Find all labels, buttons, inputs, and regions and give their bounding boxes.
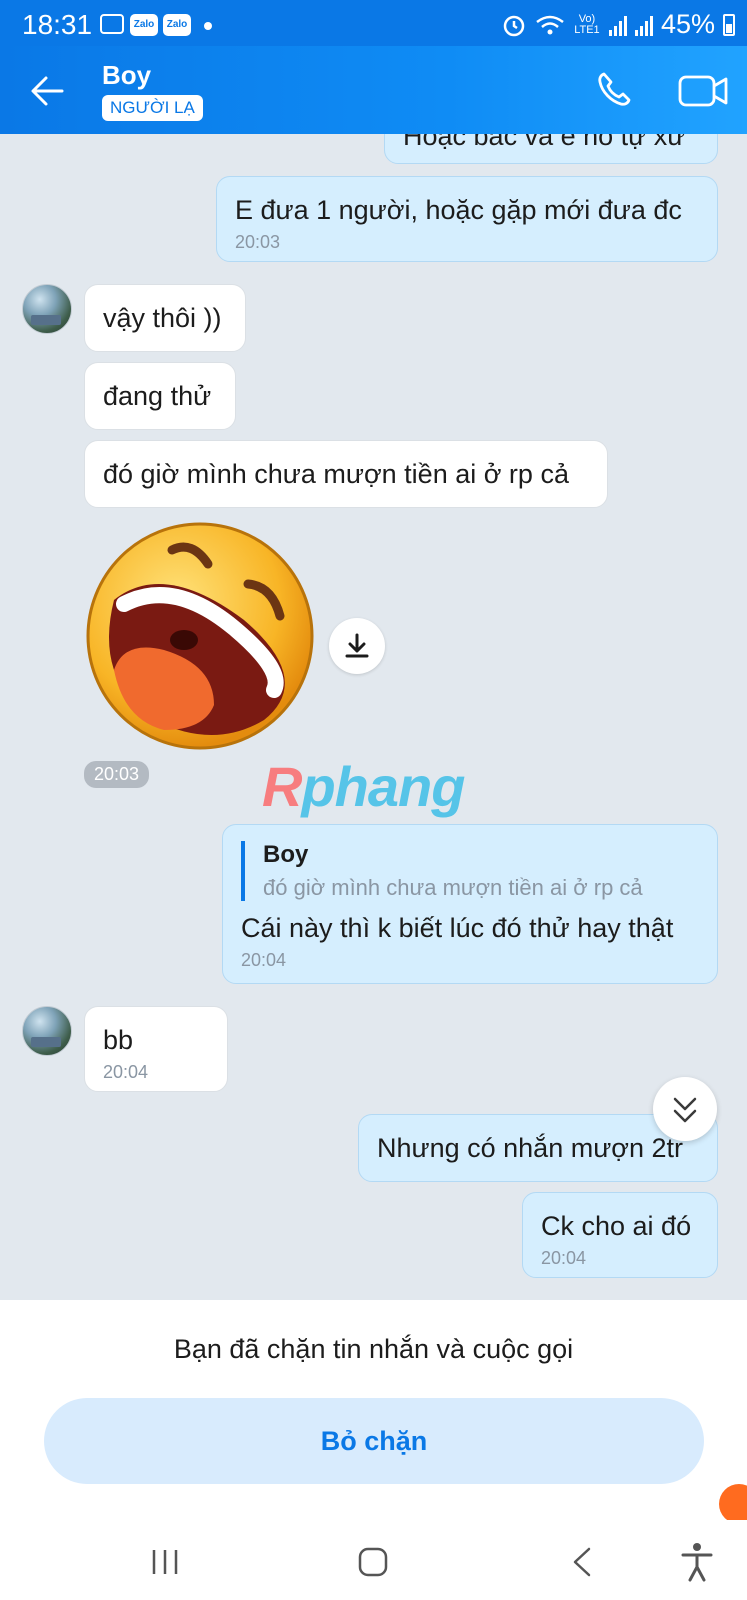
status-bar: 18:31 Zalo Zalo Vo) LTE1 45% [0, 0, 747, 46]
message-text: bb [103, 1025, 134, 1055]
chat-header: Boy NGƯỜI LẠ [0, 46, 747, 134]
back-button[interactable] [24, 68, 70, 114]
watermark-logo: Rphang [262, 755, 465, 818]
back-icon [573, 1547, 591, 1577]
message-time: 20:04 [241, 950, 287, 970]
video-call-button[interactable] [676, 68, 732, 114]
signal-icon [634, 14, 653, 36]
message-text: đang thử [103, 381, 212, 411]
message-incoming[interactable]: đang thử [84, 362, 236, 430]
message-text: E đưa 1 người, hoặc gặp mới đưa đc [235, 195, 682, 225]
message-incoming[interactable]: bb 20:04 [84, 1006, 228, 1092]
message-text: Hoặc bác và e hỏ tự xử [403, 134, 686, 151]
battery-percent: 45% [660, 9, 715, 39]
phone-icon [598, 72, 631, 106]
blocked-notice: Bạn đã chặn tin nhắn và cuộc gọi [173, 1334, 574, 1364]
message-text: vậy thôi )) [103, 303, 222, 333]
accessibility-icon [681, 1543, 713, 1582]
scroll-to-bottom-button[interactable] [653, 1077, 717, 1141]
recents-button[interactable] [141, 1538, 189, 1586]
wifi-icon [536, 15, 564, 34]
reply-quote[interactable]: Boy đó giờ mình chưa mượn tiền ai ở rp c… [241, 841, 699, 901]
reply-quote-name: Boy [263, 841, 309, 868]
system-back-button[interactable] [559, 1538, 607, 1586]
network-type: Vo) LTE1 [574, 12, 600, 36]
sticker-time: 20:03 [84, 761, 150, 788]
more-notifications-dot [204, 22, 212, 30]
unblock-button[interactable]: Bỏ chặn [44, 1398, 704, 1484]
message-text: Cái này thì k biết lúc đó thử hay thật [241, 913, 674, 943]
accessibility-button[interactable] [673, 1538, 721, 1586]
laughing-emoji-sticker[interactable] [84, 520, 316, 752]
message-incoming[interactable]: vậy thôi )) [84, 284, 246, 352]
message-outgoing[interactable]: E đưa 1 người, hoặc gặp mới đưa đc 20:03 [216, 176, 718, 262]
message-text: đó giờ mình chưa mượn tiền ai ở rp cả [103, 459, 569, 489]
status-right: Vo) LTE1 45% [501, 9, 735, 40]
message-text: Ck cho ai đó [541, 1211, 692, 1241]
message-time: 20:04 [541, 1248, 587, 1268]
blocked-panel: Bạn đã chặn tin nhắn và cuộc gọi Bỏ chặn [0, 1300, 747, 1524]
status-time: 18:31 [22, 9, 93, 40]
message-outgoing[interactable]: Ck cho ai đó 20:04 [522, 1192, 718, 1278]
message-time: 20:03 [235, 232, 281, 252]
message-time: 20:04 [103, 1062, 149, 1082]
gallery-icon [100, 14, 124, 34]
battery-icon [723, 13, 735, 36]
message-incoming[interactable]: đó giờ mình chưa mượn tiền ai ở rp cả [84, 440, 608, 508]
message-outgoing[interactable]: Hoặc bác và e hỏ tự xử [384, 134, 718, 164]
message-text: Nhưng có nhắn mượn 2tr [377, 1133, 684, 1163]
voice-call-button[interactable] [592, 68, 638, 114]
system-navigation-bar [0, 1520, 747, 1600]
download-sticker-button[interactable] [329, 618, 385, 674]
home-button[interactable] [349, 1538, 397, 1586]
message-outgoing-reply[interactable]: Boy đó giờ mình chưa mượn tiền ai ở rp c… [222, 824, 718, 984]
zalo-notification-icon: Zalo [163, 14, 191, 36]
floating-shortcut-button[interactable] [719, 1484, 747, 1524]
avatar[interactable] [22, 284, 72, 334]
signal-icon [608, 14, 627, 36]
arrow-left-icon [31, 76, 64, 106]
chat-messages[interactable]: Hoặc bác và e hỏ tự xử E đưa 1 người, ho… [0, 134, 747, 1300]
recents-icon [152, 1550, 178, 1574]
alarm-icon [503, 15, 525, 36]
home-icon [358, 1547, 388, 1577]
contact-name[interactable]: Boy [102, 60, 151, 91]
avatar[interactable] [22, 1006, 72, 1056]
double-chevron-down-icon [673, 1097, 697, 1123]
stranger-badge: NGƯỜI LẠ [102, 95, 203, 121]
video-camera-icon [678, 75, 728, 107]
reply-quote-text: đó giờ mình chưa mượn tiền ai ở rp cả [263, 875, 643, 900]
zalo-notification-icon: Zalo [130, 14, 158, 36]
download-icon [345, 633, 369, 658]
